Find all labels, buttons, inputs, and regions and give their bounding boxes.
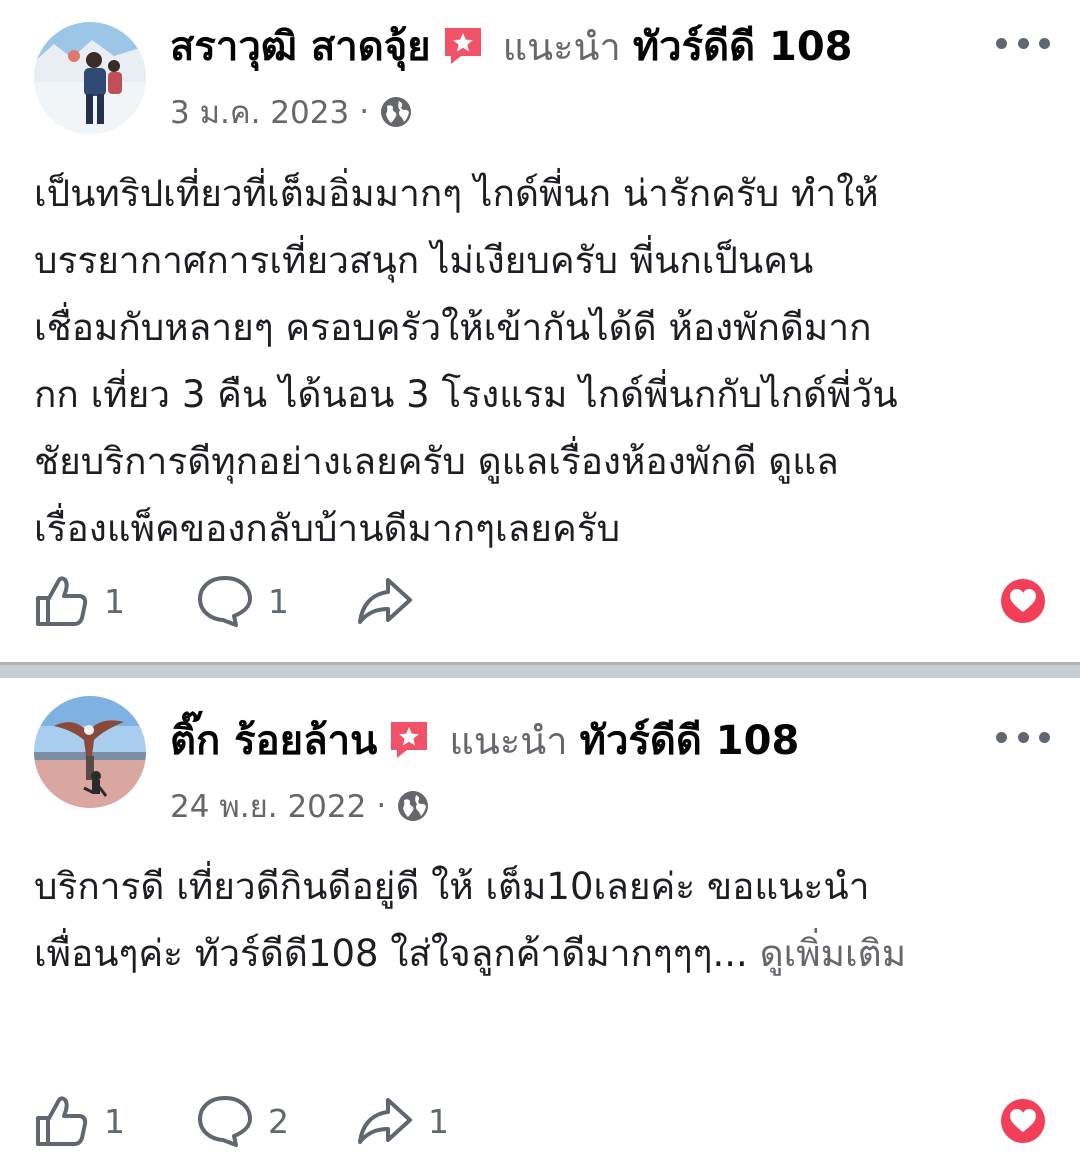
author-name[interactable]: ติ๊ก ร้อยล้าน xyxy=(170,708,377,772)
comment-count: 1 xyxy=(268,581,289,621)
post-text-line: เชื่อมกับหลายๆ ครอบครัวให้เข้ากันได้ดี ห… xyxy=(34,306,872,349)
action-bar: 1 2 1 xyxy=(34,1094,449,1148)
author-name[interactable]: สราวุฒิ สาดจุ้ย xyxy=(170,14,431,78)
recommend-badge-icon xyxy=(387,718,431,762)
share-count: 1 xyxy=(428,1101,449,1141)
like-count: 1 xyxy=(104,1101,125,1141)
page-name[interactable]: ทัวร์ดีดี 108 xyxy=(580,708,800,772)
share-button[interactable] xyxy=(356,574,414,628)
thumbs-up-icon xyxy=(36,576,88,626)
post-text-line: บริการดี เที่ยวดีกินดีอยู่ดี ให้ เต็ม10เ… xyxy=(34,865,870,908)
post-meta: 3 ม.ค. 2023 · xyxy=(170,90,413,134)
recommend-badge-icon xyxy=(441,24,485,68)
post-text-line: เพื่อนๆค่ะ ทัวร์ดีดี108 ใส่ใจลูกค้าดีมาก… xyxy=(34,920,1044,987)
post-date[interactable]: 3 ม.ค. 2023 xyxy=(170,87,349,137)
like-button[interactable]: 1 xyxy=(34,1094,196,1148)
review-post: ติ๊ก ร้อยล้าน แนะนำ ทัวร์ดีดี 108 24 พ.ย… xyxy=(0,678,1080,1155)
post-header: ติ๊ก ร้อยล้าน แนะนำ ทัวร์ดีดี 108 xyxy=(170,712,799,768)
share-icon xyxy=(358,1098,412,1144)
post-text-line: กก เที่ยว 3 คืน ได้นอน 3 โรงแรม ไกด์พี่น… xyxy=(34,373,898,416)
love-reaction-icon[interactable] xyxy=(1000,1098,1046,1144)
comment-count: 2 xyxy=(268,1101,289,1141)
thumbs-up-icon xyxy=(36,1096,88,1146)
post-body: เป็นทริปเที่ยวที่เต็มอิ่มมากๆ ไกด์พี่นก … xyxy=(34,160,1044,562)
more-options-icon[interactable] xyxy=(996,722,1050,752)
recommends-label: แนะนำ xyxy=(449,718,568,763)
page-name[interactable]: ทัวร์ดีดี 108 xyxy=(633,14,853,78)
post-text-truncated: เพื่อนๆค่ะ ทัวร์ดีดี108 ใส่ใจลูกค้าดีมาก… xyxy=(34,932,748,975)
post-text-line: บรรยากาศการเที่ยวสนุก ไม่เงียบครับ พี่นก… xyxy=(34,239,814,282)
see-more-link[interactable]: ดูเพิ่มเติม xyxy=(760,932,907,975)
globe-icon xyxy=(396,789,430,823)
comment-button[interactable]: 1 xyxy=(196,574,356,628)
post-text-line: เรื่องแพ็คของกลับบ้านดีมากๆเลยครับ xyxy=(34,507,621,550)
like-button[interactable]: 1 xyxy=(34,574,196,628)
like-count: 1 xyxy=(104,581,125,621)
post-header: สราวุฒิ สาดจุ้ย แนะนำ ทัวร์ดีดี 108 xyxy=(170,18,853,74)
comment-button[interactable]: 2 xyxy=(196,1094,356,1148)
post-date[interactable]: 24 พ.ย. 2022 xyxy=(170,781,366,831)
meta-separator: · xyxy=(376,788,387,824)
share-icon xyxy=(358,578,412,624)
post-divider xyxy=(0,662,1080,678)
review-post: สราวุฒิ สาดจุ้ย แนะนำ ทัวร์ดีดี 108 3 ม.… xyxy=(0,0,1080,662)
avatar[interactable] xyxy=(34,696,146,808)
post-body: บริการดี เที่ยวดีกินดีอยู่ดี ให้ เต็ม10เ… xyxy=(34,853,1044,987)
avatar[interactable] xyxy=(34,22,146,134)
meta-separator: · xyxy=(359,94,370,130)
post-meta: 24 พ.ย. 2022 · xyxy=(170,784,430,828)
post-text-line: ชัยบริการดีทุกอย่างเลยครับ ดูแลเรื่องห้อ… xyxy=(34,440,839,483)
comment-icon xyxy=(198,576,252,627)
recommends-label: แนะนำ xyxy=(502,24,621,69)
post-text-line: เป็นทริปเที่ยวที่เต็มอิ่มมากๆ ไกด์พี่นก … xyxy=(34,172,879,215)
share-button[interactable]: 1 xyxy=(356,1094,449,1148)
action-bar: 1 1 xyxy=(34,574,414,628)
comment-icon xyxy=(198,1096,252,1147)
globe-icon xyxy=(379,95,413,129)
love-reaction-icon[interactable] xyxy=(1000,578,1046,624)
more-options-icon[interactable] xyxy=(996,28,1050,58)
